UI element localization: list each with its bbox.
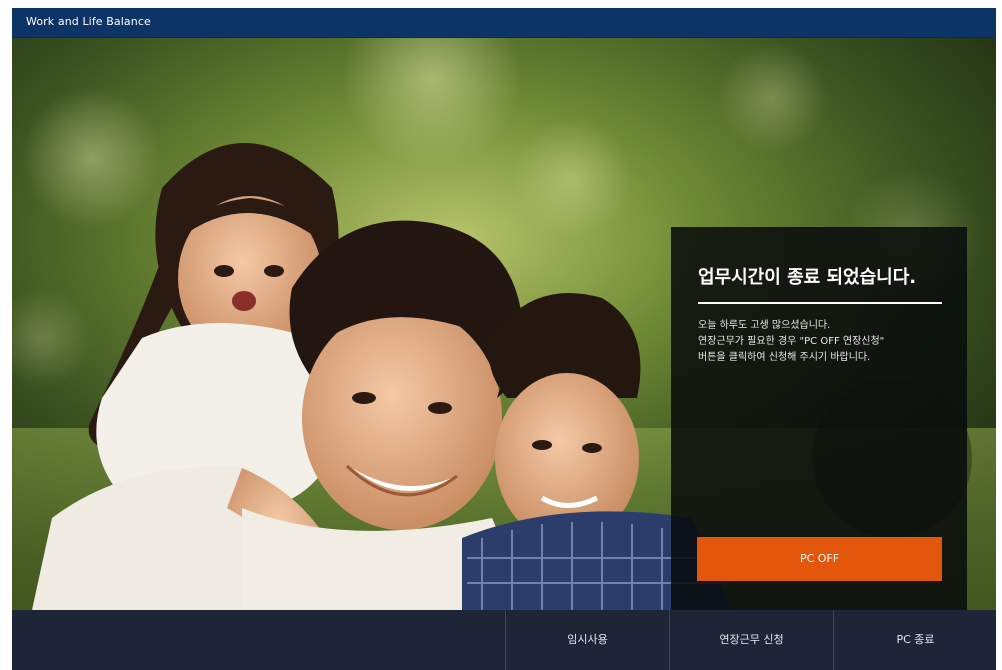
overtime-request-button[interactable]: 연장근무 신청 [669,610,833,670]
message-body: 오늘 하루도 고생 많으셨습니다. 연장근무가 필요한 경우 "PC OFF 연… [698,318,948,366]
pc-off-button[interactable]: PC OFF [697,537,942,581]
message-divider [698,302,942,304]
window-title: Work and Life Balance [26,15,151,28]
message-line: 오늘 하루도 고생 많으셨습니다. [698,320,831,331]
message-line: 연장근무가 필요한 경우 "PC OFF 연장신청" [698,336,885,347]
temporary-use-button[interactable]: 임시사용 [505,610,669,670]
pc-shutdown-button[interactable]: PC 종료 [833,610,996,670]
end-of-work-message-panel: 업무시간이 종료 되었습니다. 오늘 하루도 고생 많으셨습니다. 연장근무가 … [671,227,967,610]
app-window: Work and Life Balance 업무시간이 종료 되었습니다. 오늘… [12,8,996,670]
hero-photo: 업무시간이 종료 되었습니다. 오늘 하루도 고생 많으셨습니다. 연장근무가 … [12,38,996,610]
message-line: 버튼을 클릭하여 신청해 주시기 바랍니다. [698,352,871,363]
message-title: 업무시간이 종료 되었습니다. [698,267,917,288]
title-bar: Work and Life Balance [12,8,996,38]
footer-bar: 임시사용 연장근무 신청 PC 종료 [12,610,996,670]
